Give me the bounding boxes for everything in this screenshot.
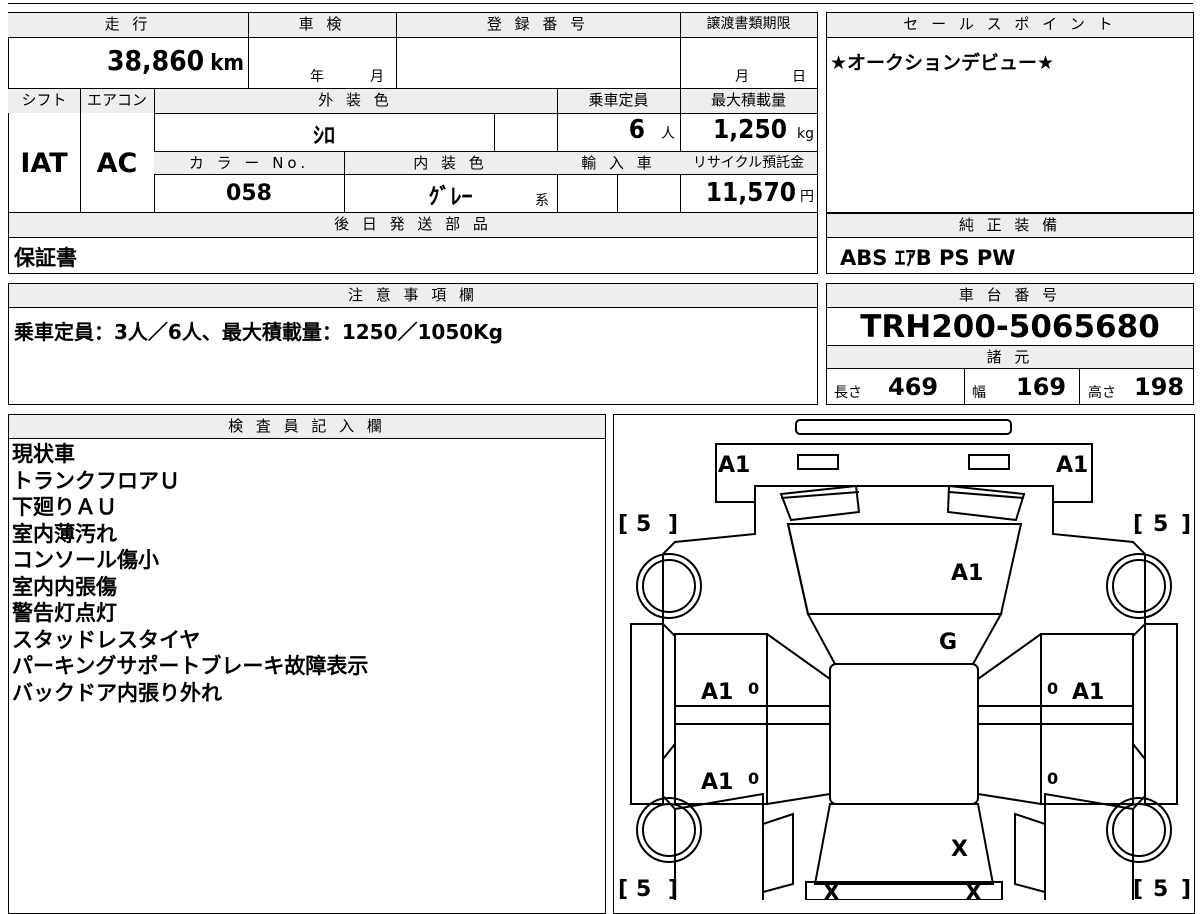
sales-point-label: セ ー ル ス ポ イ ン ト bbox=[827, 13, 1193, 37]
tire-mark: [ bbox=[1133, 512, 1143, 537]
transfer-day: 日 bbox=[792, 69, 806, 85]
tire-mark: [ bbox=[618, 512, 628, 537]
width-value: 169 bbox=[1016, 373, 1067, 401]
inspector-note: 下廻りＡＵ bbox=[12, 495, 117, 519]
inspector-note: 室内内張傷 bbox=[12, 574, 117, 599]
chassis-label: 車 台 番 号 bbox=[827, 284, 1193, 307]
inspector-note: スタッドレスタイヤ bbox=[12, 627, 201, 652]
mileage-value: 38,860 km bbox=[106, 44, 244, 77]
mark-hood: A1 bbox=[951, 561, 983, 586]
length-label: 長さ bbox=[834, 385, 862, 401]
length-value: 469 bbox=[888, 373, 939, 401]
transfer-deadline-label: 譲渡書類期限 bbox=[680, 13, 817, 37]
recycle-value: 11,570 円 bbox=[705, 178, 814, 208]
mark-roof-rear: X bbox=[951, 837, 968, 862]
tire-rl-condition: 5 bbox=[636, 877, 651, 900]
tire-mark: ] bbox=[668, 512, 678, 537]
tire-mark: [ bbox=[1133, 877, 1143, 900]
inspector-note: パーキングサポートブレーキ故障表示 bbox=[12, 654, 369, 678]
sales-point-text: ★オークションデビュー★ bbox=[830, 52, 1055, 74]
mark-rear-right: X bbox=[965, 881, 982, 900]
int-color-suffix: 系 bbox=[535, 193, 549, 209]
mark-door-rr-zero: 0 bbox=[1047, 769, 1058, 788]
shaken-label: 車 検 bbox=[248, 13, 396, 37]
inspector-notes: 現状車 トランクフロアＵ 下廻りＡＵ 室内薄汚れ コンソール傷小 室内内張傷 警… bbox=[12, 441, 368, 706]
mark-front-right: A1 bbox=[1056, 453, 1088, 478]
tire-rr-condition: 5 bbox=[1153, 877, 1168, 900]
recycle-label: リサイクル預託金 bbox=[680, 152, 817, 174]
mark-door-fl-zero: 0 bbox=[748, 679, 759, 698]
tire-mark: ] bbox=[668, 877, 678, 900]
maxload-label: 最大積載量 bbox=[680, 89, 817, 113]
shaken-month: 月 bbox=[370, 69, 384, 85]
shaken-year: 年 bbox=[310, 69, 324, 85]
tire-mark: ] bbox=[1181, 512, 1191, 537]
inspector-note: コンソール傷小 bbox=[12, 548, 159, 572]
inspector-note: トランクフロアＵ bbox=[12, 468, 180, 493]
tire-fr-condition: 5 bbox=[1153, 512, 1168, 537]
int-color-label: 内 装 色 bbox=[344, 152, 557, 174]
tire-fl-condition: 5 bbox=[636, 512, 651, 537]
height-value: 198 bbox=[1134, 373, 1185, 401]
mark-windshield: G bbox=[939, 630, 957, 655]
capacity-unit: 人 bbox=[661, 126, 675, 142]
height-label: 高さ bbox=[1088, 385, 1116, 401]
import-label: 輸 入 車 bbox=[557, 152, 680, 174]
maxload-value: 1,250 kg bbox=[713, 115, 814, 145]
top-edge-line bbox=[8, 3, 1193, 4]
caution-label: 注 意 事 項 欄 bbox=[9, 284, 817, 307]
later-parts-value: 保証書 bbox=[14, 246, 77, 270]
inspector-note: バックドア内張り外れ bbox=[12, 680, 222, 705]
capacity-value: 6人 bbox=[628, 115, 675, 145]
vehicle-damage-diagram: [ ] [ ] [ ] [ ] 5 5 5 5 A1 A1 A1 G A1 A1… bbox=[618, 419, 1191, 900]
ac-value: AC bbox=[96, 148, 138, 179]
mark-door-fl: A1 bbox=[701, 680, 733, 705]
mark-door-fr: A1 bbox=[1072, 680, 1104, 705]
shift-label: シフト bbox=[8, 89, 80, 113]
mark-door-fr-zero: 0 bbox=[1047, 679, 1058, 698]
capacity-label: 乗車定員 bbox=[557, 89, 680, 113]
equipment-value: ABS ｴｱB PS PW bbox=[840, 246, 1016, 270]
mark-front-left: A1 bbox=[718, 453, 750, 478]
later-parts-label: 後 日 発 送 部 品 bbox=[9, 213, 817, 237]
mileage-unit: km bbox=[210, 51, 244, 76]
int-color-value: ｸﾞﾚｰ bbox=[428, 185, 473, 210]
transfer-month: 月 bbox=[735, 69, 749, 85]
inspector-note: 警告灯点灯 bbox=[12, 601, 117, 625]
ext-color-value: ｼﾛ bbox=[312, 124, 335, 149]
ac-label: エアコン bbox=[80, 89, 154, 113]
inspector-note: 室内薄汚れ bbox=[12, 521, 117, 546]
spec-label: 諸 元 bbox=[827, 346, 1193, 368]
equipment-label: 純 正 装 備 bbox=[827, 214, 1193, 237]
recycle-unit: 円 bbox=[800, 189, 814, 205]
shift-value: IAT bbox=[20, 148, 68, 179]
color-number-value: 058 bbox=[226, 181, 272, 206]
mark-rear-left: X bbox=[823, 881, 840, 900]
inspector-note: 現状車 bbox=[12, 442, 75, 466]
mileage-label: 走 行 bbox=[8, 13, 248, 37]
mark-door-rl-zero: 0 bbox=[748, 769, 759, 788]
maxload-unit: kg bbox=[797, 126, 814, 142]
caution-text: 乗車定員：3人／6人、最大積載量：1250／1050Kg bbox=[14, 320, 503, 344]
registration-label: 登 録 番 号 bbox=[396, 13, 680, 37]
mark-door-rl: A1 bbox=[701, 770, 733, 795]
chassis-number: TRH200-5065680 bbox=[860, 309, 1160, 345]
width-label: 幅 bbox=[972, 385, 986, 401]
sales-point-box bbox=[826, 12, 1194, 213]
tire-mark: ] bbox=[1181, 877, 1191, 900]
ext-color-label: 外 装 色 bbox=[154, 89, 557, 113]
inspector-label: 検 査 員 記 入 欄 bbox=[9, 415, 605, 438]
color-number-label: カ ラ ー No. bbox=[154, 152, 344, 174]
tire-mark: [ bbox=[618, 877, 628, 900]
